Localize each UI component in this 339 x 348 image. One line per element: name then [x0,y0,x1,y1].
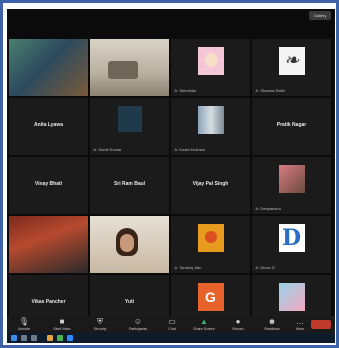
share-screen-icon: ▲ [200,317,208,326]
participant-tile[interactable]: Pratik Nagar [252,98,331,155]
gallery-grid: Jr. Shirohilla ❧ Jr. Sharma Rathi Anita … [9,39,333,334]
meeting-window: Gallery Jr. Shirohilla ❧ Jr. Sharma Rath… [7,9,335,343]
shield-icon: ⛨ [97,317,103,326]
zoom-app-icon[interactable] [67,335,73,341]
record-button[interactable]: ● Record [223,317,253,332]
participant-name: Jr. Tanishq Jain [174,265,202,270]
profile-picture: ❧ [278,47,305,75]
profile-picture [197,47,224,75]
participants-button[interactable]: ☺ Participants [123,317,153,332]
people-icon: ☺ [133,317,143,326]
start-icon[interactable] [11,335,17,341]
gallery-row: Jr. Shirohilla ❧ Jr. Sharma Rathi [9,39,333,96]
initial-avatar: G [197,283,224,311]
unmute-button[interactable]: 🎙 Unmute [9,317,39,332]
participant-name: Jr. Dhruv D [255,265,276,270]
participant-name: Jr. Sumit Kumar [93,147,122,152]
leave-button[interactable] [311,320,331,329]
share-screen-button[interactable]: ▲ Share Screen [189,317,219,332]
participant-tile[interactable]: Jr. Tanishq Jain [171,216,250,273]
participant-video [9,39,88,96]
participant-tile[interactable]: Anita Lyawa [9,98,88,155]
participant-name: Jr. Deepanshu [255,206,281,211]
participant-name: Jr. Koshi Kushwa [174,147,205,152]
participant-tile[interactable]: Jr. Shirohilla [171,39,250,96]
participant-tile[interactable] [9,216,88,273]
file-explorer-icon[interactable] [47,335,53,341]
smiley-icon: ☻ [267,317,277,326]
browser-icon[interactable] [57,335,63,341]
participant-tile[interactable]: D Jr. Dhruv D [252,216,331,273]
chat-bubble-icon: ▭ [168,317,176,326]
microphone-icon: 🎙 [18,317,30,326]
profile-picture: D [278,224,305,252]
task-view-icon[interactable] [31,335,37,341]
gallery-row: Vinay Bhati Sri Ram Baul Vijay Pal Singh… [9,157,333,214]
start-video-button[interactable]: ■ Start Video [47,317,77,332]
participant-tile[interactable] [9,39,88,96]
reactions-button[interactable]: ☻ Reactions [257,317,287,332]
participant-video [90,39,169,96]
participant-name: Vijay Pal Singh [192,181,229,187]
participant-name: Yuti [124,299,135,305]
gallery-row: Anita Lyawa Jr. Sumit Kumar Jr. Koshi Ku… [9,98,333,155]
participant-tile[interactable]: ❧ Jr. Sharma Rathi [252,39,331,96]
participant-name: Vikas Pancher [31,299,66,305]
security-button[interactable]: ⛨ Security [85,317,115,332]
participant-tile[interactable]: Jr. Anita Dhiraj [90,216,169,273]
profile-picture [197,106,224,134]
chat-button[interactable]: ▭ Chat [157,317,187,332]
participant-tile[interactable] [90,39,169,96]
video-camera-icon: ■ [59,317,65,326]
search-icon[interactable] [21,335,27,341]
participant-video [9,216,88,273]
profile-picture [197,224,224,252]
participant-tile[interactable]: Vinay Bhati [9,157,88,214]
screenshot-frame: Gallery Jr. Shirohilla ❧ Jr. Sharma Rath… [0,0,339,348]
gallery-row: Jr. Anita Dhiraj Jr. Tanishq Jain D Jr. … [9,216,333,273]
profile-picture [278,283,305,311]
participant-tile[interactable]: Jr. Deepanshu [252,157,331,214]
participant-tile[interactable]: Sri Ram Baul [90,157,169,214]
participant-tile[interactable]: Jr. Sumit Kumar [90,98,169,155]
participant-tile[interactable]: Vijay Pal Singh [171,157,250,214]
participant-name: Jr. Sharma Rathi [255,88,285,93]
profile-picture [278,165,305,193]
participant-name: Jr. Anita Dhiraj [93,265,119,270]
participant-name: Vinay Bhati [34,181,63,187]
participant-name: Anita Lyawa [34,122,63,128]
gallery-view-button[interactable]: Gallery [309,11,331,20]
record-icon: ● [235,317,241,326]
meeting-toolbar: 🎙 Unmute ■ Start Video ⛨ Security ☺ Part… [7,316,335,333]
participant-name: Pratik Nagar [276,122,307,128]
participant-tile[interactable]: Jr. Koshi Kushwa [171,98,250,155]
windows-taskbar [7,333,335,343]
participant-name: Jr. Shirohilla [174,88,196,93]
profile-picture [117,106,142,132]
participant-name: Sri Ram Baul [113,181,146,187]
